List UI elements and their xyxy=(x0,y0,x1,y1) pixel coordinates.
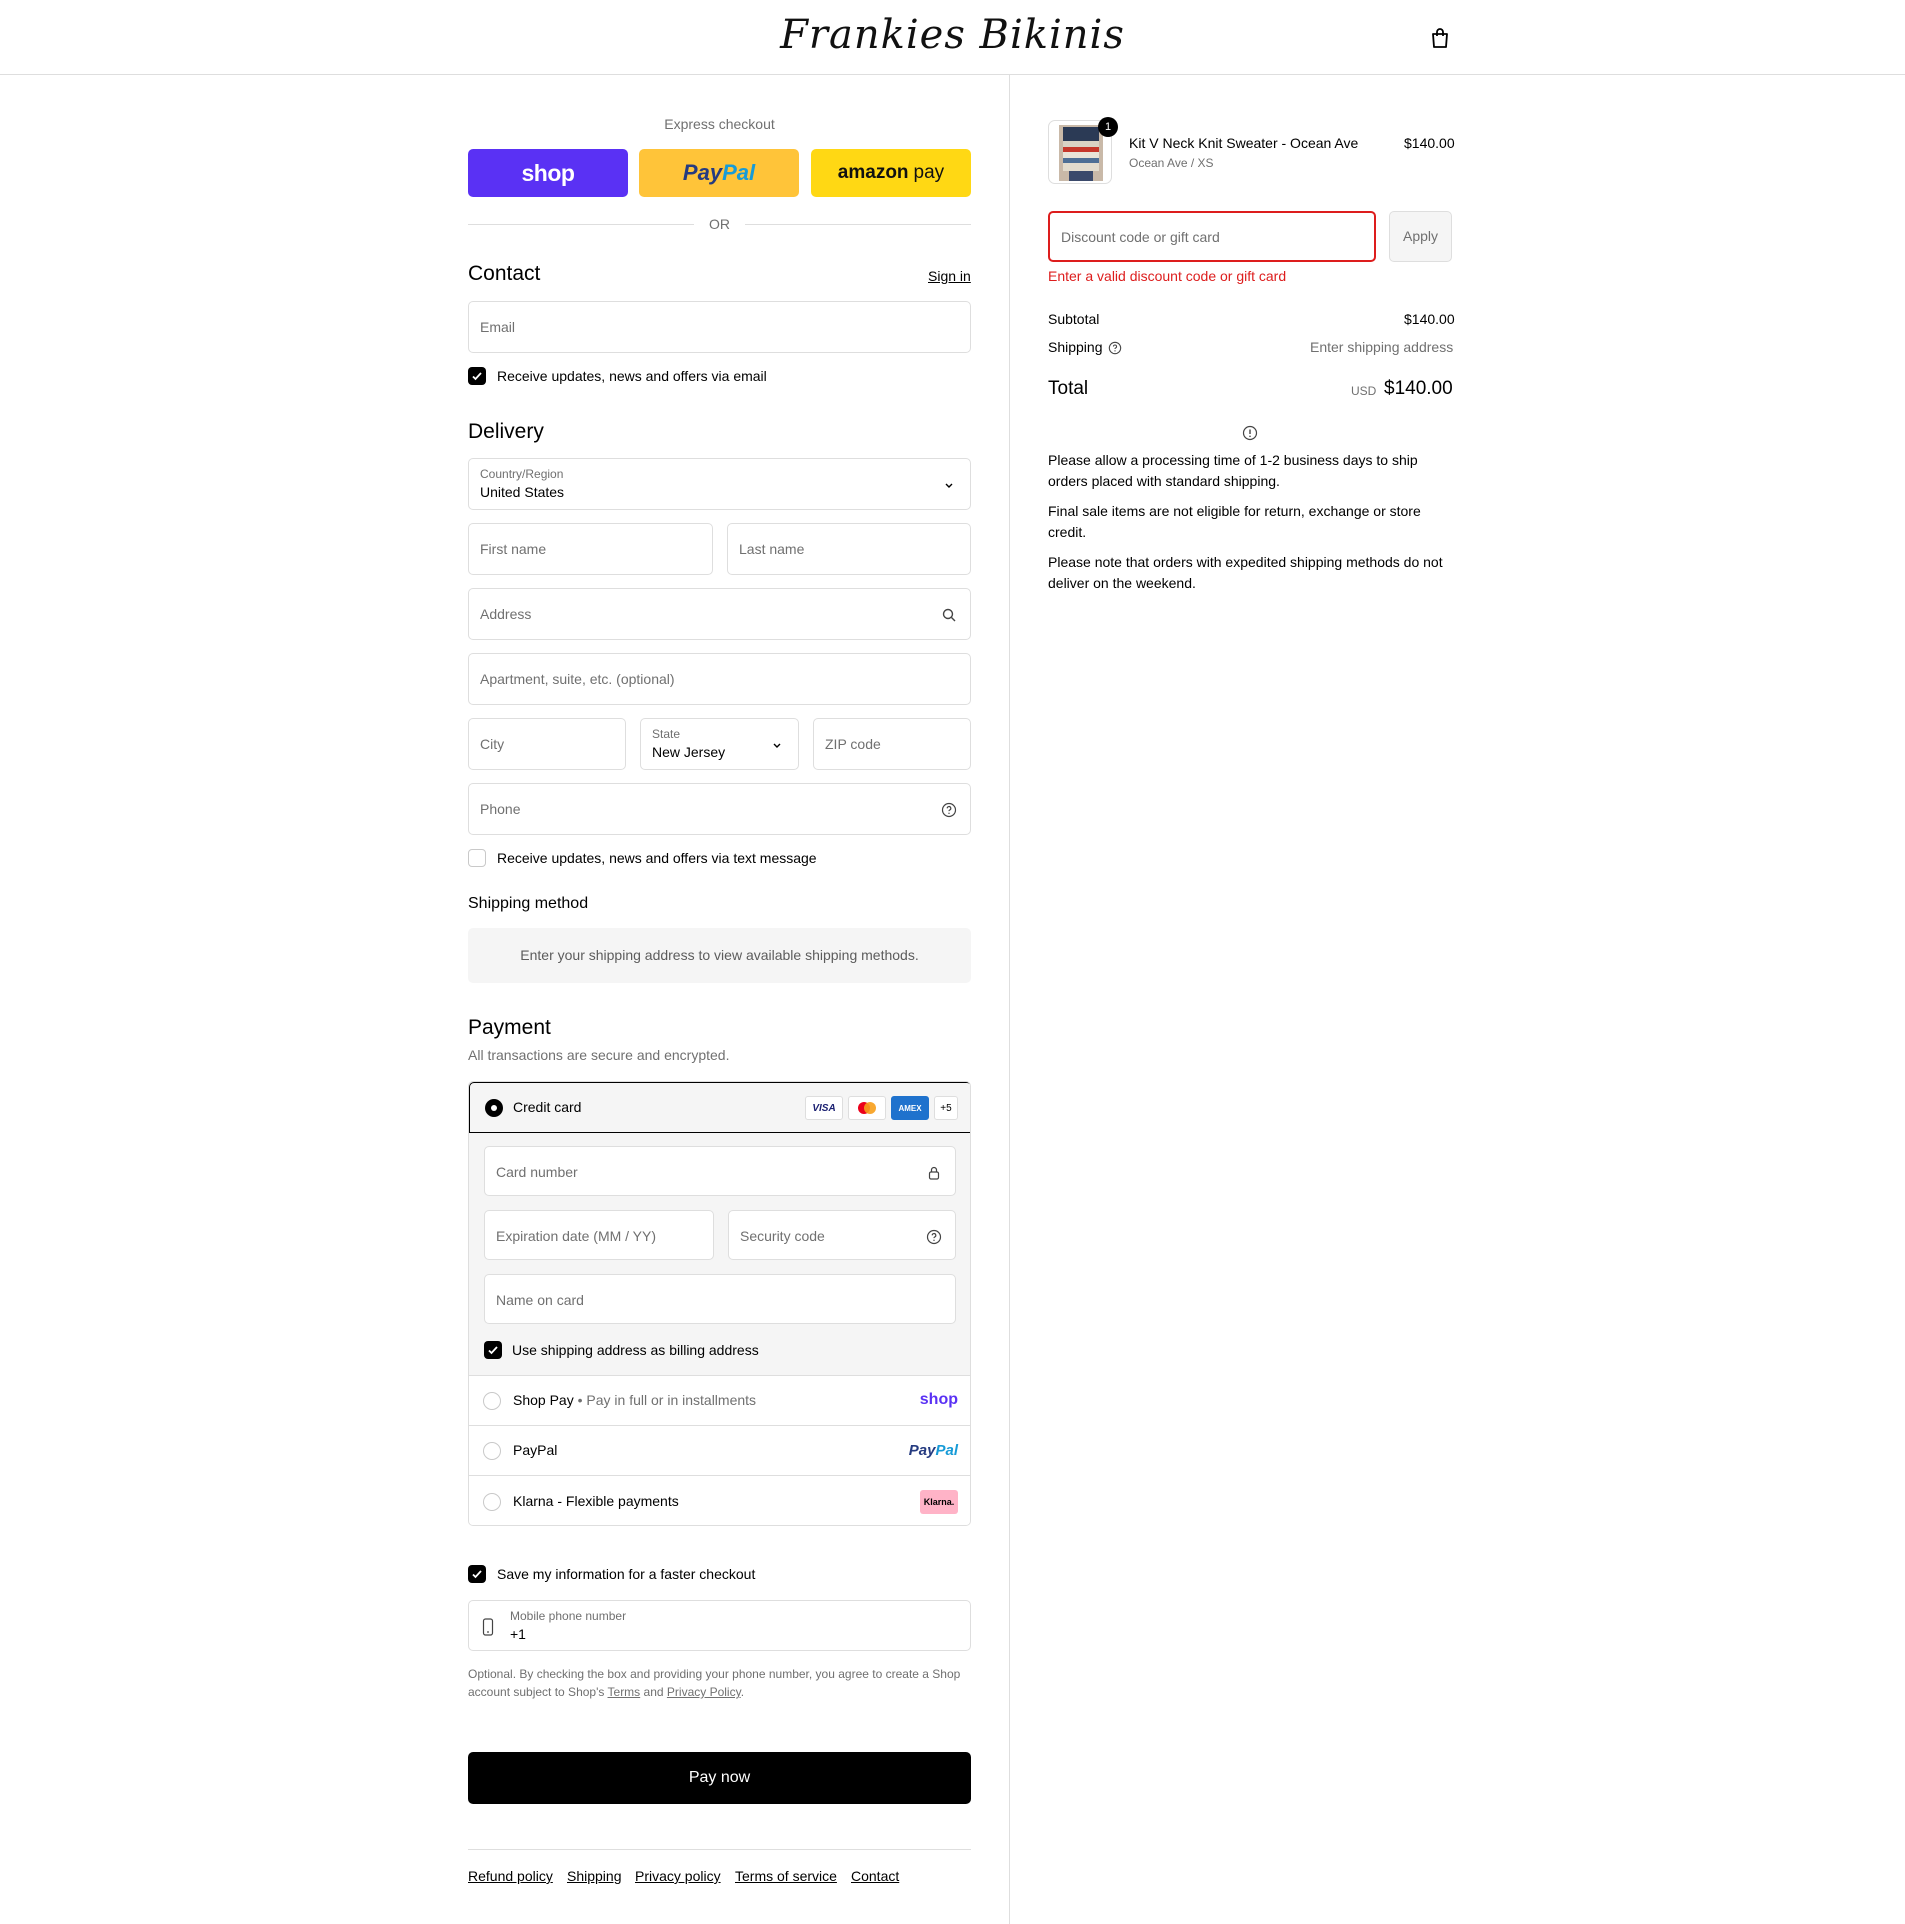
final-sale-note: Final sale items are not eligible for re… xyxy=(1048,503,1421,540)
sign-in-link[interactable]: Sign in xyxy=(928,268,971,284)
column-divider xyxy=(1009,75,1010,1924)
currency-code: USD xyxy=(1351,384,1377,398)
klarna-logo: Klarna. xyxy=(920,1490,958,1514)
refund-policy-link[interactable]: Refund policy xyxy=(468,1868,553,1884)
shipping-policy-link[interactable]: Shipping xyxy=(567,1868,622,1884)
privacy-policy-link[interactable]: Privacy Policy xyxy=(667,1685,741,1699)
credit-card-label: Credit card xyxy=(513,1099,582,1115)
payment-methods: Credit card VISA AMEX +5 Card number Exp… xyxy=(468,1081,971,1526)
mastercard-icon xyxy=(848,1096,886,1120)
apartment-field[interactable]: Apartment, suite, etc. (optional) xyxy=(468,653,971,705)
klarna-radio[interactable] xyxy=(483,1493,501,1511)
discount-error-message: Enter a valid discount code or gift card xyxy=(1048,268,1287,284)
shipping-label: Shipping xyxy=(1048,339,1103,355)
express-checkout-title: Express checkout xyxy=(664,116,775,132)
paypal-label: PayPal xyxy=(513,1442,558,1458)
email-field[interactable]: Email xyxy=(468,301,971,353)
shipping-method-placeholder: Enter your shipping address to view avai… xyxy=(468,928,971,983)
visa-icon: VISA xyxy=(805,1096,843,1120)
credit-card-option[interactable]: Credit card VISA AMEX +5 xyxy=(469,1082,970,1133)
email-updates-label: Receive updates, news and offers via ema… xyxy=(497,368,767,384)
state-select[interactable]: State New Jersey xyxy=(640,718,799,770)
name-on-card-field[interactable]: Name on card xyxy=(484,1274,956,1324)
shop-pay-logo: shop xyxy=(919,1391,958,1408)
paypal-option[interactable]: PayPal PayPal xyxy=(469,1426,970,1476)
shop-account-disclaimer: Optional. By checking the box and provid… xyxy=(468,1667,961,1699)
payment-subtitle: All transactions are secure and encrypte… xyxy=(468,1047,730,1063)
amex-icon: AMEX xyxy=(891,1096,929,1120)
address-field[interactable]: Address xyxy=(468,588,971,640)
item-variant: Ocean Ave / XS xyxy=(1129,156,1214,170)
klarna-label: Klarna - Flexible payments xyxy=(513,1493,679,1509)
expiration-date-field[interactable]: Expiration date (MM / YY) xyxy=(484,1210,714,1260)
chevron-down-icon xyxy=(941,477,957,493)
email-updates-checkbox[interactable] xyxy=(468,367,486,385)
save-info-label: Save my information for a faster checkou… xyxy=(497,1566,756,1582)
item-name: Kit V Neck Knit Sweater - Ocean Ave xyxy=(1129,135,1359,151)
apply-discount-button[interactable]: Apply xyxy=(1389,211,1452,262)
subtotal-value: $140.00 xyxy=(1404,311,1455,327)
pay-now-button[interactable]: Pay now xyxy=(468,1752,971,1804)
search-icon xyxy=(941,607,957,623)
shopping-bag-icon[interactable] xyxy=(1430,27,1450,49)
last-name-field[interactable]: Last name xyxy=(727,523,971,575)
country-select[interactable]: Country/Region United States xyxy=(468,458,971,510)
mobile-phone-field[interactable]: Mobile phone number +1 xyxy=(468,1600,971,1651)
help-circle-icon[interactable] xyxy=(941,802,957,818)
terms-link[interactable]: Terms xyxy=(608,1685,641,1699)
zip-code-field[interactable]: ZIP code xyxy=(813,718,971,770)
mobile-phone-icon xyxy=(482,1618,494,1640)
subtotal-label: Subtotal xyxy=(1048,311,1100,327)
shop-pay-option[interactable]: Shop Pay • Pay in full or in installment… xyxy=(469,1376,970,1426)
item-price: $140.00 xyxy=(1404,135,1455,151)
paypal-radio[interactable] xyxy=(483,1442,501,1460)
terms-of-service-link[interactable]: Terms of service xyxy=(735,1868,837,1884)
shipping-method-heading: Shipping method xyxy=(468,895,589,912)
shipping-value: Enter shipping address xyxy=(1310,339,1454,355)
discount-code-field[interactable]: Discount code or gift card xyxy=(1048,211,1376,262)
delivery-heading: Delivery xyxy=(468,420,544,443)
shop-pay-express-button[interactable]: shop xyxy=(468,149,628,197)
paypal-express-button[interactable]: Pay Pal xyxy=(639,149,799,197)
chevron-down-icon xyxy=(769,737,785,753)
contact-heading: Contact xyxy=(468,262,541,285)
info-alert-icon xyxy=(1242,425,1258,445)
security-code-field[interactable]: Security code xyxy=(728,1210,956,1260)
total-value: $140.00 xyxy=(1384,378,1453,399)
billing-same-label: Use shipping address as billing address xyxy=(512,1342,759,1358)
klarna-option[interactable]: Klarna - Flexible payments Klarna. xyxy=(469,1476,970,1525)
processing-note: Please allow a processing time of 1-2 bu… xyxy=(1048,452,1418,489)
city-field[interactable]: City xyxy=(468,718,626,770)
contact-link[interactable]: Contact xyxy=(851,1868,899,1884)
site-header: Frankies Bikinis xyxy=(0,0,1905,75)
card-number-field[interactable]: Card number xyxy=(484,1146,956,1196)
or-divider: OR xyxy=(468,215,971,233)
lock-icon xyxy=(926,1165,942,1181)
sms-updates-checkbox[interactable] xyxy=(468,849,486,867)
shop-pay-radio[interactable] xyxy=(483,1392,501,1410)
expedited-note: Please note that orders with expedited s… xyxy=(1048,554,1443,591)
quantity-badge: 1 xyxy=(1098,117,1118,137)
payment-heading: Payment xyxy=(468,1016,551,1039)
sms-updates-label: Receive updates, news and offers via tex… xyxy=(497,850,817,866)
save-info-checkbox[interactable] xyxy=(468,1565,486,1583)
amazon-pay-express-button[interactable]: amazon pay xyxy=(811,149,971,197)
brand-logo[interactable]: Frankies Bikinis xyxy=(0,12,1905,58)
paypal-logo: PayPal xyxy=(908,1442,958,1459)
help-circle-icon[interactable] xyxy=(926,1229,942,1245)
help-circle-icon[interactable] xyxy=(1108,341,1122,359)
more-cards-badge: +5 xyxy=(934,1096,958,1120)
privacy-policy-footer-link[interactable]: Privacy policy xyxy=(635,1868,721,1884)
footer-divider xyxy=(468,1849,971,1850)
credit-card-radio[interactable] xyxy=(485,1099,503,1117)
first-name-field[interactable]: First name xyxy=(468,523,713,575)
total-label: Total xyxy=(1048,378,1089,399)
billing-same-checkbox[interactable] xyxy=(484,1341,502,1359)
shop-pay-label: Shop Pay xyxy=(513,1392,574,1408)
credit-card-form: Card number Expiration date (MM / YY) Se… xyxy=(469,1133,970,1376)
phone-field[interactable]: Phone xyxy=(468,783,971,835)
